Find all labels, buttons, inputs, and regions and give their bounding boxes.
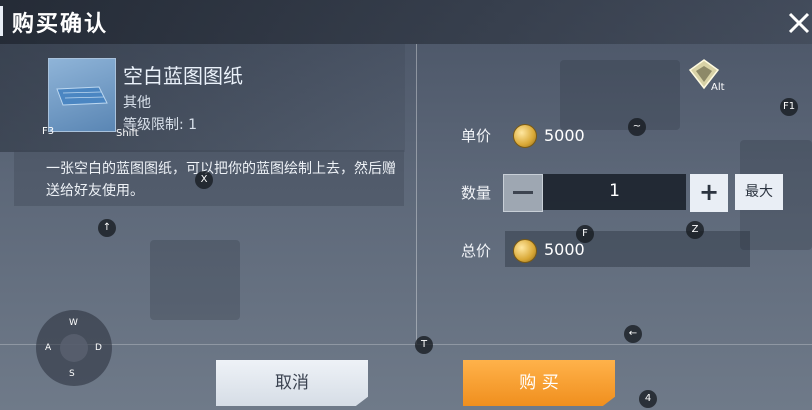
key-hint-left: ← bbox=[624, 325, 642, 343]
dpad-key-a: A bbox=[45, 343, 52, 353]
max-quantity-button[interactable]: 最大 bbox=[735, 174, 783, 210]
key-hint-f: F bbox=[576, 225, 594, 243]
dpad-center bbox=[60, 334, 88, 362]
total-price-label: 总价 bbox=[461, 242, 492, 260]
minus-icon bbox=[513, 191, 533, 194]
key-hint-x: X bbox=[195, 171, 213, 189]
total-price-value: 5000 bbox=[544, 240, 585, 259]
decrease-quantity-button[interactable] bbox=[503, 174, 543, 212]
key-hint-shift: Shift bbox=[116, 128, 139, 139]
title-bar bbox=[0, 0, 812, 44]
dpad-key-s: S bbox=[69, 369, 75, 379]
key-hint-z: Z bbox=[686, 221, 704, 239]
key-hint-t: T bbox=[415, 336, 433, 354]
vertical-divider bbox=[416, 44, 417, 344]
quantity-label: 数量 bbox=[461, 184, 492, 202]
horizontal-divider bbox=[0, 344, 812, 345]
gold-coin-icon bbox=[513, 124, 537, 148]
key-hint-f1: F1 bbox=[780, 98, 798, 116]
dpad-key-w: W bbox=[69, 318, 78, 328]
close-button[interactable] bbox=[784, 6, 812, 38]
quantity-value: 1 bbox=[609, 181, 620, 201]
plus-icon: + bbox=[698, 178, 720, 206]
dialog-title: 购买确认 bbox=[12, 12, 109, 37]
unit-price-value: 5000 bbox=[544, 126, 585, 145]
gold-coin-icon bbox=[513, 239, 537, 263]
blueprint-icon bbox=[56, 86, 108, 106]
quantity-input[interactable]: 1 bbox=[543, 174, 686, 210]
key-hint-f3: F3 bbox=[42, 126, 55, 137]
key-hint-tilde: ~ bbox=[628, 118, 646, 136]
movement-dpad[interactable]: W A S D bbox=[36, 310, 112, 386]
close-x-icon bbox=[788, 12, 810, 34]
item-thumbnail bbox=[48, 58, 116, 132]
cancel-button[interactable]: 取消 bbox=[216, 360, 368, 406]
key-hint-alt: Alt bbox=[711, 82, 725, 93]
dpad-key-d: D bbox=[95, 343, 102, 353]
increase-quantity-button[interactable]: + bbox=[690, 174, 728, 212]
item-description: 一张空白的蓝图图纸，可以把你的蓝图绘制上去，然后赠送给好友使用。 bbox=[46, 161, 396, 199]
key-hint-4: 4 bbox=[639, 390, 657, 408]
item-category: 其他 bbox=[123, 95, 151, 111]
title-accent bbox=[0, 6, 3, 36]
unit-price-label: 单价 bbox=[461, 127, 492, 145]
buy-button[interactable]: 购 买 bbox=[463, 360, 615, 406]
item-name: 空白蓝图图纸 bbox=[123, 64, 243, 88]
key-hint-up: ↑ bbox=[98, 219, 116, 237]
total-row-bg bbox=[505, 231, 750, 267]
